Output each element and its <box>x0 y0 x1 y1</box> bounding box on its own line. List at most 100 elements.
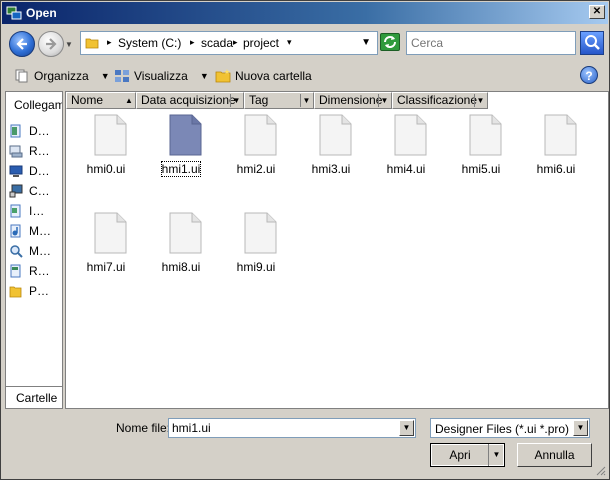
file-item[interactable]: hmi4.ui <box>371 114 441 204</box>
column-header-date[interactable]: Data acquisizione ▼ <box>136 92 244 109</box>
column-header-label: Data acquisizione <box>141 93 236 107</box>
chevron-down-icon[interactable]: ▼ <box>573 420 588 436</box>
column-header-tags[interactable]: Tag ▼ <box>244 92 314 109</box>
chevron-down-icon[interactable]: ▼ <box>474 94 486 107</box>
breadcrumb-scada[interactable]: scada <box>201 36 233 50</box>
chevron-down-icon[interactable]: ▼ <box>300 94 312 107</box>
nav-item-searches[interactable]: M… <box>9 242 63 260</box>
folders-toggle[interactable]: Cartelle <box>6 386 62 408</box>
address-dropdown-icon[interactable]: ▼ <box>361 37 371 48</box>
breadcrumb-arrow-icon[interactable]: ▸ <box>233 37 238 48</box>
nav-item-label: M… <box>29 244 51 258</box>
filename-input[interactable] <box>172 419 397 437</box>
organize-menu[interactable]: Organizza ▼ <box>14 66 110 86</box>
file-item[interactable]: hmi0.ui <box>71 114 141 204</box>
nav-item-label: R… <box>29 264 50 278</box>
close-icon: ✕ <box>592 6 602 17</box>
nav-item-label: I… <box>29 204 45 218</box>
file-name: hmi6.ui <box>536 162 576 176</box>
new-folder-button[interactable]: Nuova cartella <box>215 66 312 86</box>
file-icon <box>544 114 577 156</box>
back-button[interactable] <box>9 31 35 57</box>
help-icon: ? <box>585 69 593 83</box>
open-split-dropdown-icon[interactable]: ▼ <box>488 444 504 466</box>
filename-label: Nome file: <box>116 421 171 435</box>
history-dropdown-icon[interactable]: ▼ <box>65 40 73 49</box>
nav-item-label: R… <box>29 144 50 158</box>
nav-item-documents[interactable]: D… <box>9 122 63 140</box>
recent-icon <box>10 264 21 278</box>
favorite-links-header: Collegamenti <box>14 98 62 112</box>
file-item[interactable]: hmi2.ui <box>221 114 291 204</box>
forward-button[interactable] <box>38 31 64 57</box>
views-menu[interactable]: Visualizza ▼ <box>114 66 209 86</box>
address-bar[interactable]: ▸ System (C:) ▸ scada ▸ project ▾ ▼ <box>80 31 378 55</box>
breadcrumb-arrow-icon[interactable]: ▸ <box>190 37 195 48</box>
file-icon <box>169 212 202 254</box>
chevron-down-icon[interactable]: ▼ <box>378 94 390 107</box>
file-item[interactable]: hmi8.ui <box>146 212 216 302</box>
column-header-label: Dimensione <box>319 93 383 107</box>
nav-item-label: C… <box>29 184 50 198</box>
refresh-button[interactable] <box>380 33 400 51</box>
file-item[interactable]: hmi9.ui <box>221 212 291 302</box>
documents-icon <box>10 124 21 138</box>
breadcrumb-arrow-icon[interactable]: ▾ <box>287 37 292 48</box>
computer-icon <box>9 184 23 198</box>
chevron-down-icon[interactable]: ▼ <box>230 94 242 107</box>
address-row: ▼ ▸ System (C:) ▸ scada ▸ project ▾ ▼ <box>2 24 608 60</box>
open-button[interactable]: Apri ▼ <box>430 443 505 467</box>
file-icon <box>244 212 277 254</box>
breadcrumb-arrow-icon[interactable]: ▸ <box>107 37 112 48</box>
column-header-label: Nome <box>71 93 104 107</box>
nav-item-music[interactable]: M… <box>9 222 63 240</box>
column-header-name[interactable]: Nome ▲ <box>66 92 136 109</box>
file-item-selected[interactable]: hmi1.ui <box>146 114 216 204</box>
nav-item-label: P… <box>29 284 50 298</box>
close-button[interactable]: ✕ <box>589 5 605 19</box>
file-name: hmi4.ui <box>386 162 426 176</box>
column-header-label: Classificazione <box>397 93 478 107</box>
file-list[interactable]: Nome ▲ Data acquisizione ▼ Tag ▼ Dimensi… <box>65 91 609 409</box>
file-item[interactable]: hmi3.ui <box>296 114 366 204</box>
file-icon <box>394 114 427 156</box>
music-icon <box>10 224 21 238</box>
nav-item-desktop[interactable]: D… <box>9 162 63 180</box>
file-name: hmi9.ui <box>236 260 276 274</box>
column-header-size[interactable]: Dimensione ▼ <box>314 92 392 109</box>
nav-item-label: D… <box>29 124 50 138</box>
filetype-select[interactable]: Designer Files (*.ui *.pro) ▼ <box>430 418 590 438</box>
breadcrumb-drive[interactable]: System (C:) <box>118 36 181 50</box>
pictures-icon <box>10 204 21 218</box>
resize-grip-icon[interactable] <box>594 464 606 476</box>
chevron-down-icon[interactable]: ▼ <box>399 420 414 436</box>
navigation-pane: Collegamenti D… R… D… C… I… M… M… <box>5 91 63 409</box>
title-bar[interactable]: Open ✕ <box>2 2 608 24</box>
nav-item-public[interactable]: P… <box>9 282 63 300</box>
filename-combobox[interactable]: ▼ <box>168 418 416 438</box>
file-item[interactable]: hmi7.ui <box>71 212 141 302</box>
search-input[interactable] <box>411 33 571 53</box>
search-field[interactable] <box>406 31 576 55</box>
open-dialog: Open ✕ ▼ ▸ System (C:) ▸ scada ▸ project… <box>0 0 610 480</box>
breadcrumb-project[interactable]: project <box>243 36 279 50</box>
views-icon <box>115 70 129 82</box>
search-button[interactable] <box>580 31 604 55</box>
file-item[interactable]: hmi5.ui <box>446 114 516 204</box>
dialog-icon <box>6 6 22 20</box>
nav-item-recent-places[interactable]: R… <box>9 142 63 160</box>
nav-item-recent[interactable]: R… <box>9 262 63 280</box>
file-name: hmi8.ui <box>161 260 201 274</box>
nav-item-computer[interactable]: C… <box>9 182 63 200</box>
filetype-value: Designer Files (*.ui *.pro) <box>435 422 570 436</box>
window-title: Open <box>26 6 57 20</box>
column-header-rating[interactable]: Classificazione ▼ <box>392 92 488 109</box>
search-icon <box>585 35 600 50</box>
file-name: hmi7.ui <box>86 260 126 274</box>
file-item[interactable]: hmi6.ui <box>521 114 591 204</box>
file-name: hmi3.ui <box>311 162 351 176</box>
help-button[interactable]: ? <box>580 66 598 84</box>
nav-item-pictures[interactable]: I… <box>9 202 63 220</box>
file-icon <box>94 212 127 254</box>
cancel-button[interactable]: Annulla <box>517 443 592 467</box>
